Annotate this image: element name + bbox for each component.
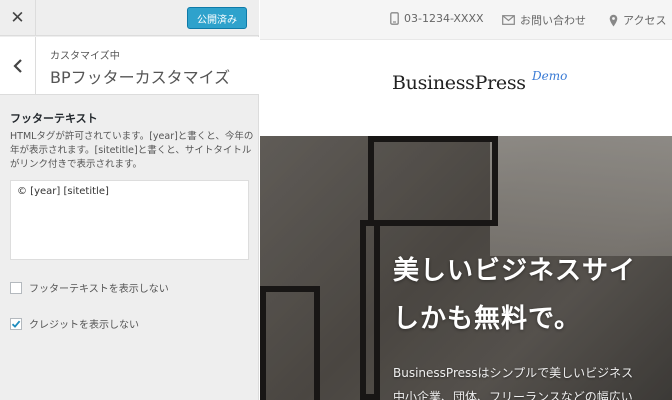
- phone-number: 03-1234-XXXX: [404, 12, 484, 25]
- hide-credit-label: クレジットを表示しない: [29, 320, 139, 331]
- section-title: BPフッターカスタマイズ: [50, 68, 231, 87]
- logo-badge: Demo: [532, 69, 568, 83]
- logo-text: BusinessPress: [392, 72, 526, 94]
- map-pin-icon: [609, 14, 618, 26]
- mail-icon: [502, 15, 515, 25]
- hide-credit-checkbox-row[interactable]: クレジットを表示しない: [10, 316, 139, 331]
- checkmark-icon: [11, 320, 21, 328]
- close-icon: ✕: [10, 8, 25, 28]
- footer-text-description: HTMLタグが許可されています。[year]と書くと、今年の年が表示されます。[…: [10, 131, 254, 170]
- footer-text-label: フッターテキスト: [10, 112, 98, 125]
- footer-text-textarea[interactable]: © [year] [sitetitle]: [10, 180, 249, 260]
- hero-text-line1: BusinessPressはシンプルで美しいビジネス: [393, 366, 634, 380]
- section-header: カスタマイズ中 BPフッターカスタマイズ: [0, 37, 259, 95]
- close-button[interactable]: ✕: [0, 0, 36, 36]
- phone-icon: [390, 12, 399, 25]
- publish-button[interactable]: 公開済み: [187, 7, 247, 29]
- site-preview: 03-1234-XXXX お問い合わせ アクセス BusinessPress D…: [260, 0, 672, 400]
- hide-footer-text-label: フッターテキストを表示しない: [29, 284, 169, 295]
- access-label: アクセス: [623, 14, 667, 27]
- back-button[interactable]: [0, 37, 36, 95]
- hide-footer-text-checkbox[interactable]: [10, 281, 22, 294]
- hide-credit-checkbox[interactable]: [10, 317, 22, 330]
- phone-link[interactable]: 03-1234-XXXX: [390, 12, 484, 25]
- contact-link[interactable]: お問い合わせ: [502, 12, 586, 28]
- hide-footer-text-checkbox-row[interactable]: フッターテキストを表示しない: [10, 280, 169, 295]
- preview-topbar: 03-1234-XXXX お問い合わせ アクセス: [260, 0, 672, 40]
- hero-headline-line2: しかも無料で。: [393, 304, 581, 334]
- hero-headline-line1: 美しいビジネスサイ: [393, 256, 637, 286]
- chevron-left-icon: [12, 59, 22, 73]
- customizer-panel: ✕ 公開済み カスタマイズ中 BPフッターカスタマイズ フッターテキスト HTM…: [0, 0, 259, 400]
- access-link[interactable]: アクセス: [609, 12, 666, 28]
- contact-label: お問い合わせ: [520, 14, 586, 27]
- hero-section: 美しいビジネスサイ しかも無料で。 BusinessPressはシンプルで美しい…: [260, 136, 672, 400]
- hero-text-line2: 中小企業、団体、フリーランスなどの幅広い: [393, 390, 633, 400]
- customizer-header: ✕ 公開済み: [0, 0, 259, 36]
- site-logo[interactable]: BusinessPress Demo: [392, 69, 567, 94]
- breadcrumb: カスタマイズ中: [50, 51, 120, 62]
